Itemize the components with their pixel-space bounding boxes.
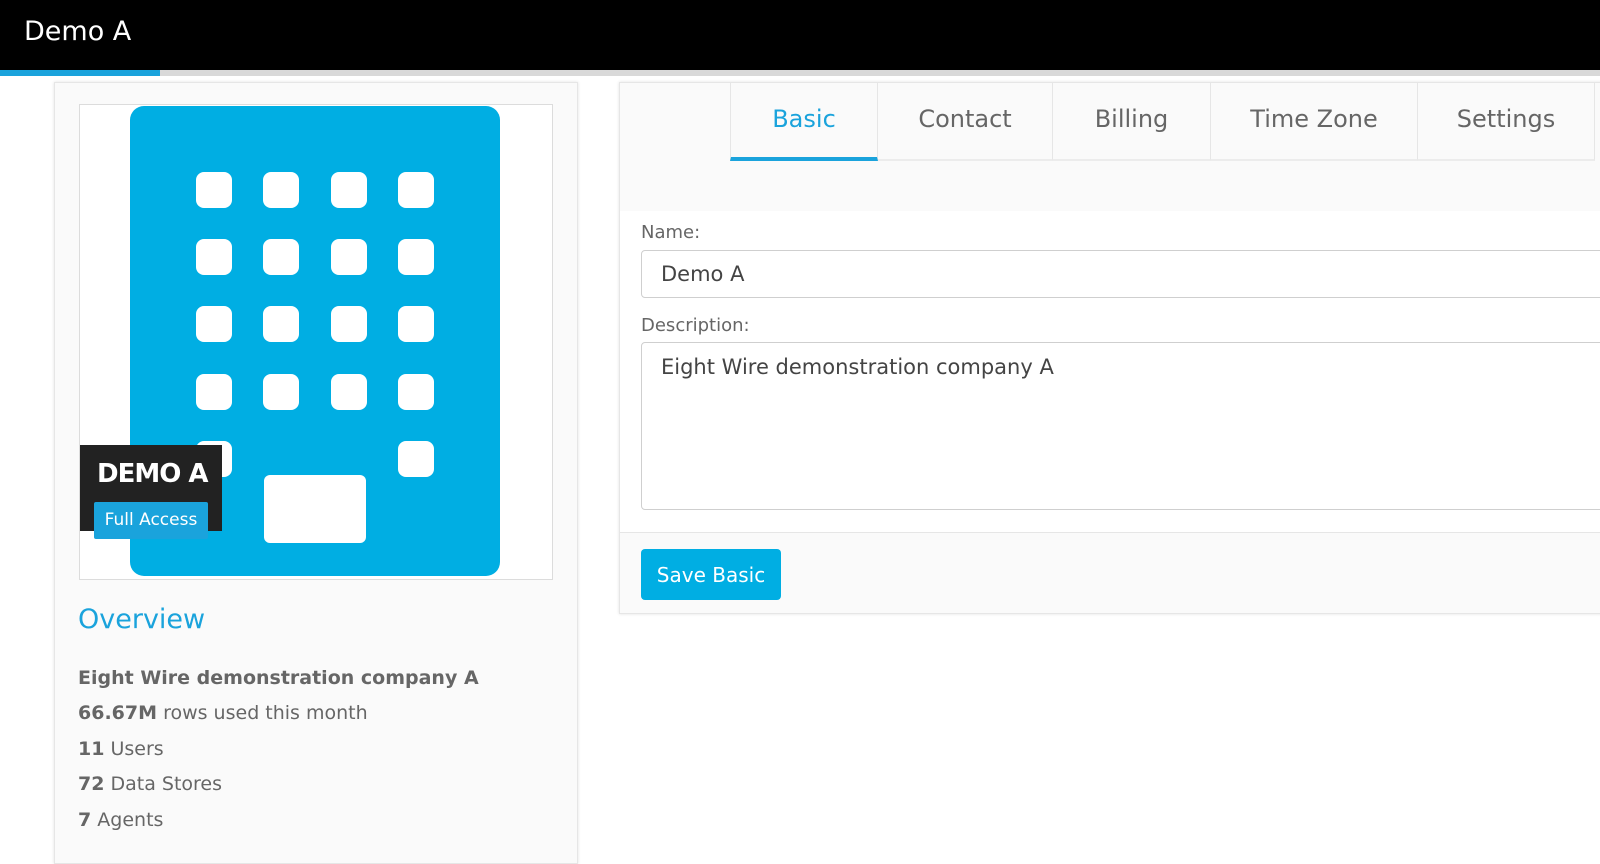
users-label: Users [110,738,164,760]
window-shape [196,172,232,208]
window-shape [263,306,299,342]
company-name: DEMO A [97,459,208,489]
window-shape [263,172,299,208]
window-shape [398,441,434,477]
window-shape [331,239,367,275]
tab-time-zone[interactable]: Time Zone [1211,83,1418,161]
window-shape [398,306,434,342]
top-bar: Demo A [0,0,1600,70]
tab-basic[interactable]: Basic [730,83,878,161]
rows-used-value: 66.67M [78,702,158,724]
tab-settings[interactable]: Settings [1418,83,1595,161]
agents-label: Agents [97,809,164,831]
users-stat: 11 Users [78,738,164,760]
window-shape [263,239,299,275]
agents-stat: 7 Agents [78,809,163,831]
window-shape [196,306,232,342]
window-shape [331,374,367,410]
window-shape [196,374,232,410]
page-title: Demo A [24,16,132,47]
data-stores-label: Data Stores [110,773,223,795]
window-shape [331,306,367,342]
rows-used-stat: 66.67M rows used this month [78,702,368,724]
progress-bar [0,70,1600,76]
progress-bar-fill [0,70,160,76]
form-footer-divider [620,532,1600,533]
name-input[interactable] [641,250,1600,298]
settings-panel: Basic Contact Billing Time Zone Settings… [619,82,1600,614]
description-textarea[interactable]: Eight Wire demonstration company A [641,342,1600,510]
basic-form: Name: Description: Eight Wire demonstrat… [620,211,1600,532]
window-shape [398,172,434,208]
users-count: 11 [78,738,105,760]
tab-bar: Basic Contact Billing Time Zone Settings [730,83,1595,161]
agents-count: 7 [78,809,92,831]
access-badge: Full Access [94,502,208,539]
tab-billing[interactable]: Billing [1053,83,1211,161]
rows-used-label: rows used this month [163,702,368,724]
window-shape [398,374,434,410]
company-description: Eight Wire demonstration company A [78,667,479,689]
data-stores-stat: 72 Data Stores [78,773,222,795]
data-stores-count: 72 [78,773,105,795]
window-shape [331,172,367,208]
description-label: Description: [641,315,750,336]
name-label: Name: [641,222,701,243]
save-basic-button[interactable]: Save Basic [641,549,781,600]
door-shape [264,475,366,543]
overview-heading: Overview [78,604,206,635]
company-card: DEMO A Full Access Overview Eight Wire d… [54,82,578,864]
window-shape [398,239,434,275]
company-name-overlay: DEMO A Full Access [80,445,222,539]
company-logo: DEMO A Full Access [79,104,553,580]
tab-contact[interactable]: Contact [878,83,1053,161]
window-shape [196,239,232,275]
window-shape [263,374,299,410]
